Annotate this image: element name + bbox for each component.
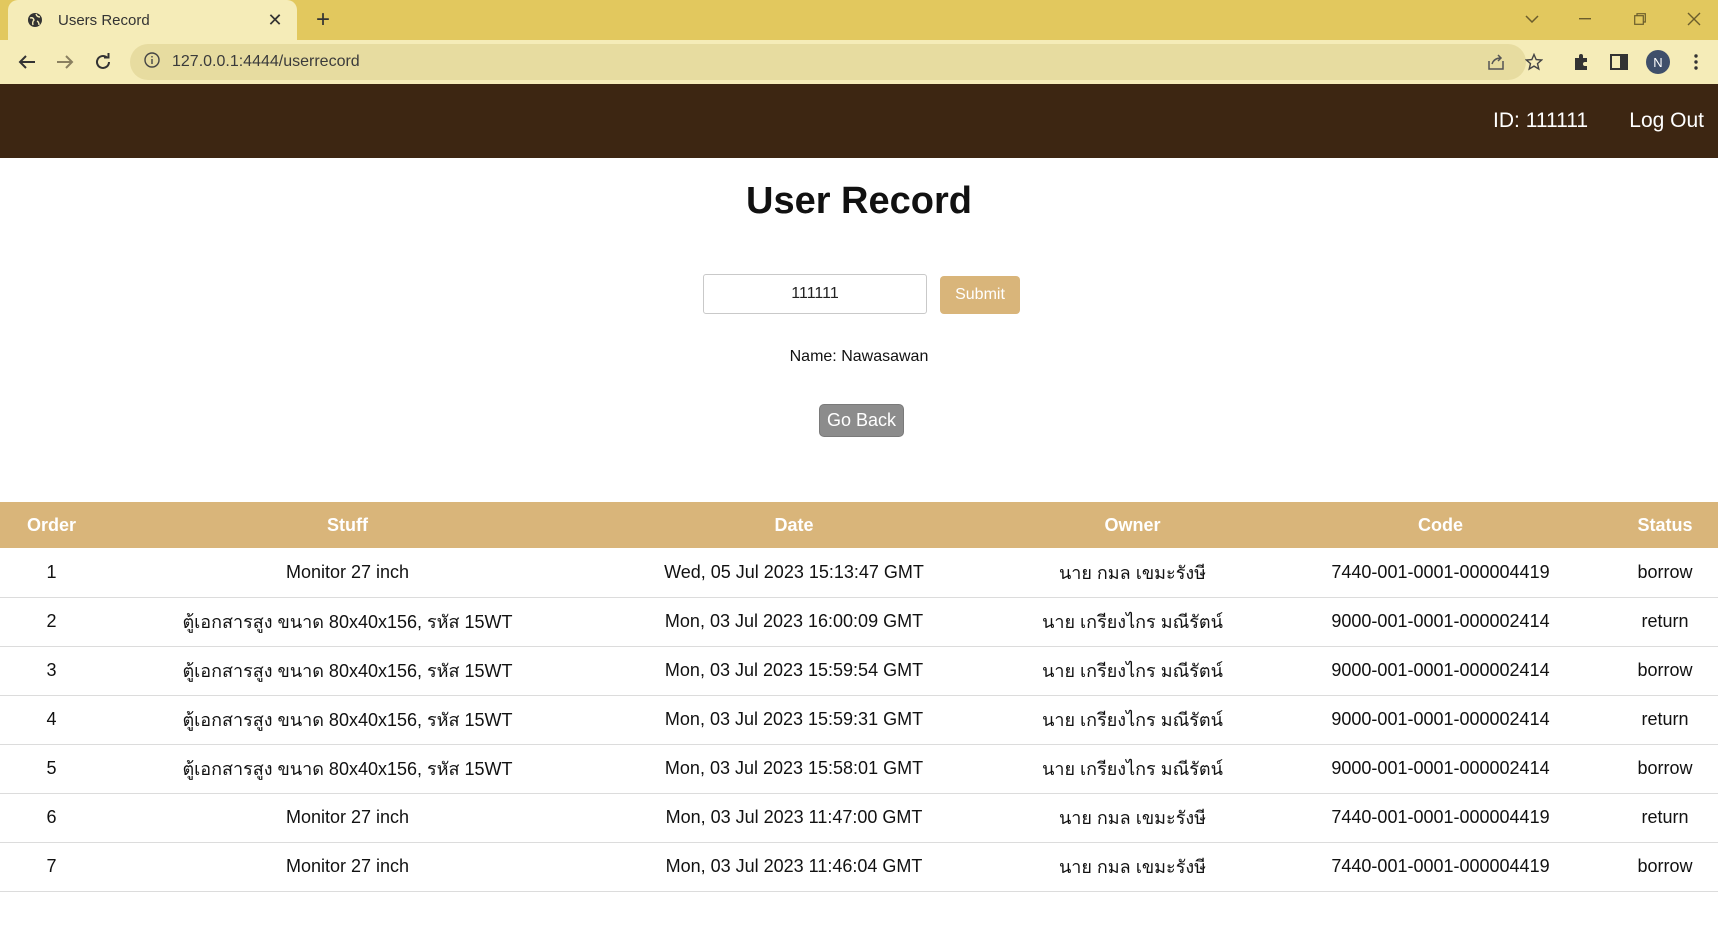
- browser-tab-strip: Users Record ✕ +: [0, 0, 1718, 40]
- cell-stuff: Monitor 27 inch: [103, 548, 592, 598]
- profile-avatar[interactable]: N: [1644, 48, 1672, 76]
- cell-owner: นาย เกรียงไกร มณีรัตน์: [996, 695, 1269, 745]
- column-header-stuff: Stuff: [103, 502, 592, 548]
- table-row: 5 ตู้เอกสารสูง ขนาด 80x40x156, รหัส 15WT M…: [0, 744, 1718, 794]
- column-header-order: Order: [0, 502, 103, 548]
- cell-status: return: [1612, 695, 1718, 745]
- table-row: 2 ตู้เอกสารสูง ขนาด 80x40x156, รหัส 15WT M…: [0, 597, 1718, 647]
- column-header-code: Code: [1269, 502, 1612, 548]
- info-icon[interactable]: [144, 51, 160, 73]
- cell-date: Mon, 03 Jul 2023 15:59:31 GMT: [592, 695, 996, 745]
- cell-status: borrow: [1612, 646, 1718, 696]
- records-table: Order Stuff Date Owner Code Status 1 Moni…: [0, 502, 1718, 892]
- cell-code: 7440-001-0001-000004419: [1269, 842, 1612, 892]
- app-header: ID: 111111 Log Out: [0, 84, 1718, 158]
- cell-owner: นาย กมล เขมะรังษี: [996, 842, 1269, 892]
- table-row: 1 Monitor 27 inch Wed, 05 Jul 2023 15:13:4…: [0, 548, 1718, 598]
- cell-stuff: ตู้เอกสารสูง ขนาด 80x40x156, รหัส 15WT: [103, 744, 592, 794]
- table-row: 6 Monitor 27 inch Mon, 03 Jul 2023 11:47:0…: [0, 793, 1718, 843]
- puzzle-icon[interactable]: [1567, 48, 1595, 76]
- cell-owner: นาย เกรียงไกร มณีรัตน์: [996, 597, 1269, 647]
- cell-code: 9000-001-0001-000002414: [1269, 695, 1612, 745]
- new-tab-plus-icon[interactable]: +: [310, 6, 336, 33]
- cell-stuff: Monitor 27 inch: [103, 793, 592, 843]
- url-text[interactable]: 127.0.0.1:4444/userrecord: [172, 53, 360, 71]
- user-id-input[interactable]: [703, 274, 927, 314]
- table-row: 7 Monitor 27 inch Mon, 03 Jul 2023 11:46:0…: [0, 842, 1718, 892]
- cell-order: 4: [0, 695, 103, 745]
- column-header-status: Status: [1612, 502, 1718, 548]
- cell-date: Mon, 03 Jul 2023 16:00:09 GMT: [592, 597, 996, 647]
- browser-tab[interactable]: Users Record ✕: [8, 0, 297, 40]
- address-bar[interactable]: 127.0.0.1:4444/userrecord: [130, 44, 1526, 80]
- column-header-owner: Owner: [996, 502, 1269, 548]
- cell-order: 5: [0, 744, 103, 794]
- cell-date: Mon, 03 Jul 2023 11:47:00 GMT: [592, 793, 996, 843]
- cell-order: 1: [0, 548, 103, 598]
- globe-icon: [26, 11, 44, 29]
- cell-status: return: [1612, 597, 1718, 647]
- cell-order: 3: [0, 646, 103, 696]
- page-title: User Record: [746, 180, 972, 222]
- column-header-date: Date: [592, 502, 996, 548]
- cell-code: 9000-001-0001-000002414: [1269, 744, 1612, 794]
- browser-toolbar: 127.0.0.1:4444/userrecord N: [0, 40, 1718, 84]
- cell-order: 7: [0, 842, 103, 892]
- table-row: 3 ตู้เอกสารสูง ขนาด 80x40x156, รหัส 15WT M…: [0, 646, 1718, 696]
- cell-owner: นาย เกรียงไกร มณีรัตน์: [996, 646, 1269, 696]
- cell-status: borrow: [1612, 744, 1718, 794]
- table-row: 4 ตู้เอกสารสูง ขนาด 80x40x156, รหัส 15WT M…: [0, 695, 1718, 745]
- cell-stuff: Monitor 27 inch: [103, 842, 592, 892]
- star-icon[interactable]: [1520, 48, 1548, 76]
- cell-order: 6: [0, 793, 103, 843]
- cell-status: borrow: [1612, 842, 1718, 892]
- arrow-left-icon[interactable]: [12, 48, 42, 76]
- cell-order: 2: [0, 597, 103, 647]
- user-id-label: ID: 111111: [1493, 109, 1588, 132]
- table-header-row: Order Stuff Date Owner Code Status: [0, 502, 1718, 548]
- close-tab-icon[interactable]: ✕: [265, 10, 285, 30]
- submit-button[interactable]: Submit: [940, 276, 1020, 314]
- cell-code: 7440-001-0001-000004419: [1269, 793, 1612, 843]
- cell-date: Mon, 03 Jul 2023 15:59:54 GMT: [592, 646, 996, 696]
- kebab-menu-icon[interactable]: [1682, 48, 1710, 76]
- cell-stuff: ตู้เอกสารสูง ขนาด 80x40x156, รหัส 15WT: [103, 646, 592, 696]
- close-window-icon[interactable]: [1674, 5, 1714, 33]
- cell-owner: นาย เกรียงไกร มณีรัตน์: [996, 744, 1269, 794]
- cell-code: 9000-001-0001-000002414: [1269, 646, 1612, 696]
- side-panel-icon[interactable]: [1605, 48, 1633, 76]
- cell-date: Wed, 05 Jul 2023 15:13:47 GMT: [592, 548, 996, 598]
- cell-stuff: ตู้เอกสารสูง ขนาด 80x40x156, รหัส 15WT: [103, 597, 592, 647]
- cell-status: return: [1612, 793, 1718, 843]
- cell-code: 7440-001-0001-000004419: [1269, 548, 1612, 598]
- tab-search-chevron-icon[interactable]: [1512, 5, 1552, 33]
- share-icon[interactable]: [1482, 48, 1510, 76]
- arrow-right-icon[interactable]: [50, 48, 80, 76]
- cell-date: Mon, 03 Jul 2023 15:58:01 GMT: [592, 744, 996, 794]
- cell-stuff: ตู้เอกสารสูง ขนาด 80x40x156, รหัส 15WT: [103, 695, 592, 745]
- cell-date: Mon, 03 Jul 2023 11:46:04 GMT: [592, 842, 996, 892]
- user-name-text: Name: Nawasawan: [789, 348, 929, 365]
- cell-owner: นาย กมล เขมะรังษี: [996, 548, 1269, 598]
- restore-icon[interactable]: [1620, 5, 1660, 33]
- cell-owner: นาย กมล เขมะรังษี: [996, 793, 1269, 843]
- cell-code: 9000-001-0001-000002414: [1269, 597, 1612, 647]
- cell-status: borrow: [1612, 548, 1718, 598]
- minimize-icon[interactable]: [1565, 5, 1605, 33]
- go-back-button[interactable]: Go Back: [819, 404, 904, 437]
- avatar: N: [1646, 50, 1670, 74]
- tab-title: Users Record: [58, 11, 150, 29]
- logout-link[interactable]: Log Out: [1629, 109, 1704, 133]
- reload-icon[interactable]: [88, 48, 118, 76]
